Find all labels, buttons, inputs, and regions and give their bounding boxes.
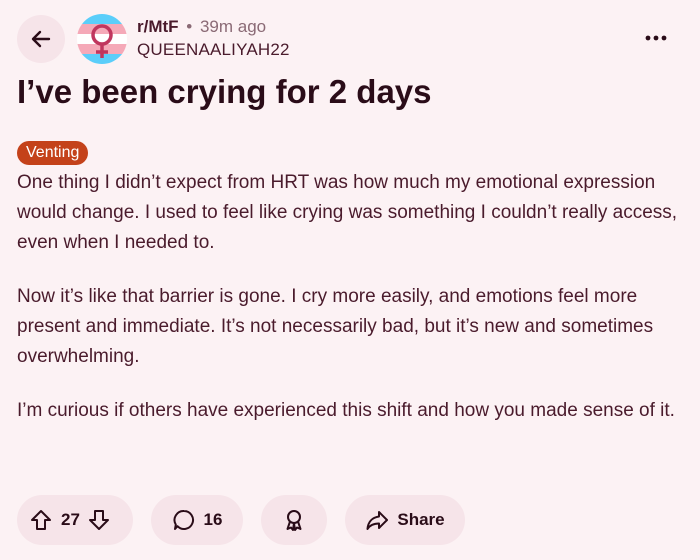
subreddit-name[interactable]: r/MtF [137, 17, 179, 36]
vote-control: 27 [17, 495, 133, 545]
share-label: Share [397, 510, 445, 529]
post-body: One thing I didn’t expect from HRT was h… [17, 168, 685, 450]
upvote-button[interactable] [30, 509, 52, 531]
post-header: r/MtF • 39m ago QUEENAALIYAH22 [0, 0, 700, 76]
back-button[interactable] [17, 15, 65, 63]
post-title: I’ve been crying for 2 days [17, 73, 432, 110]
post-actions: 27 16 Share [0, 495, 700, 545]
post-paragraph: Now it’s like that barrier is gone. I cr… [17, 286, 654, 367]
arrow-left-icon [31, 30, 51, 48]
comment-count: 16 [203, 510, 223, 529]
post-flair[interactable]: Venting [17, 141, 89, 165]
ellipsis-icon [645, 35, 667, 41]
vote-count: 27 [61, 510, 80, 529]
trans-symbol-icon [77, 14, 127, 64]
downvote-arrow-icon [88, 510, 109, 530]
share-button[interactable]: Share [345, 495, 465, 545]
post-meta: r/MtF • 39m ago QUEENAALIYAH22 [137, 16, 290, 61]
meta-separator: • [186, 17, 193, 36]
comments-button[interactable]: 16 [151, 495, 243, 545]
post-paragraph: One thing I didn’t expect from HRT was h… [17, 172, 678, 253]
subreddit-avatar[interactable] [77, 14, 127, 64]
author-name[interactable]: QUEENAALIYAH22 [137, 39, 290, 61]
comment-bubble-icon [173, 509, 194, 530]
more-options-button[interactable] [632, 24, 680, 52]
share-arrow-icon [366, 511, 389, 530]
award-button[interactable] [261, 495, 327, 545]
downvote-button[interactable] [88, 509, 110, 531]
post-time: 39m ago [199, 17, 267, 36]
post-paragraph: I’m curious if others have experienced t… [17, 400, 675, 421]
award-icon [286, 510, 302, 531]
upvote-arrow-icon [31, 510, 51, 530]
